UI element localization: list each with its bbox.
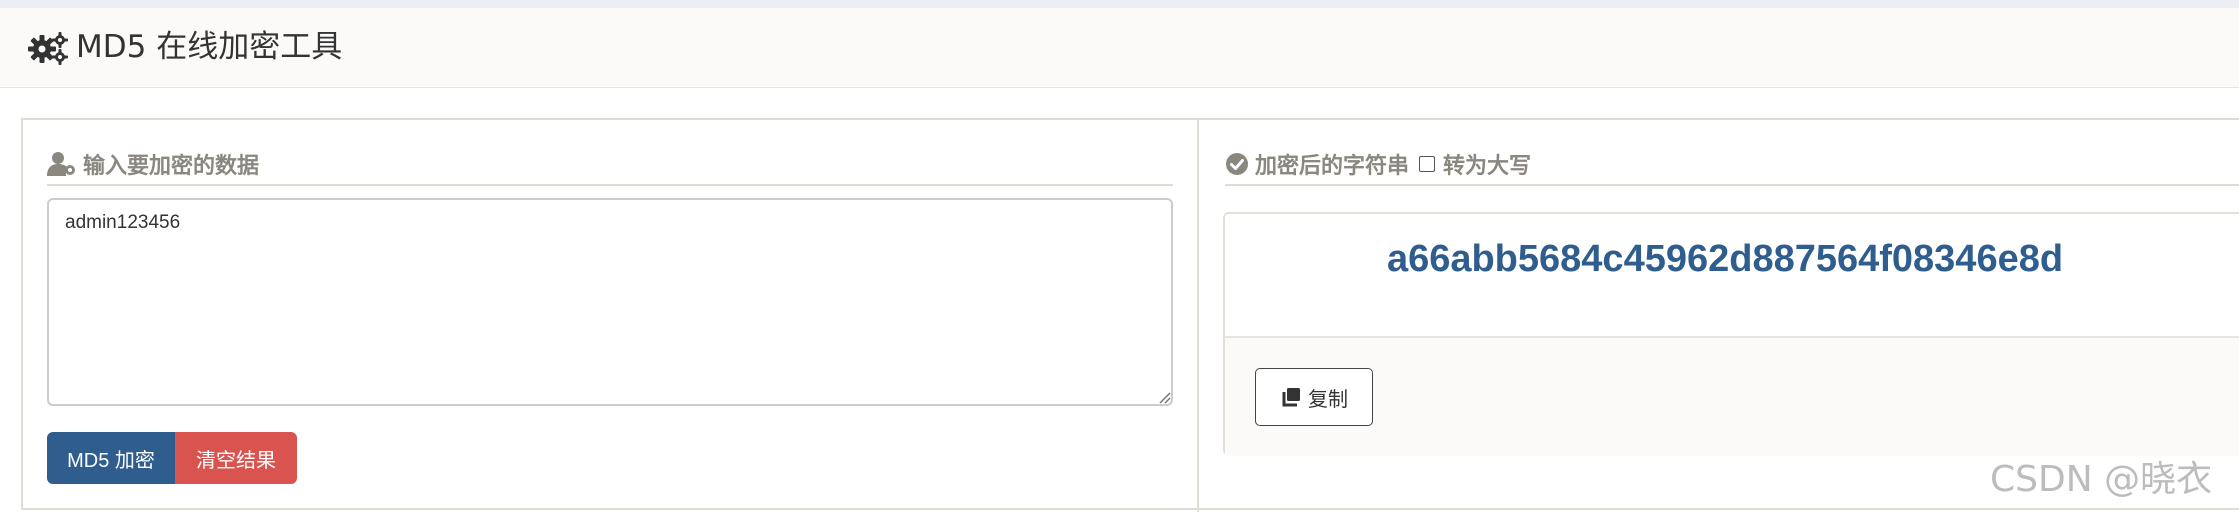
tool-panel: 输入要加密的数据 admin123456 MD5 加密 清空结果 加密后的字符串… (21, 118, 2239, 512)
result-card-footer: 复制 (1225, 336, 2239, 456)
page-title: MD5 在线加密工具 (76, 29, 343, 65)
clear-result-button[interactable]: 清空结果 (175, 432, 297, 484)
uppercase-label[interactable]: 转为大写 (1443, 148, 1531, 180)
watermark: CSDN @晓衣 (1990, 459, 2213, 500)
result-card: a66abb5684c45962d887564f08346e8d 复制 (1223, 212, 2239, 456)
copy-icon (1282, 388, 1300, 407)
input-section-rule (47, 184, 1173, 186)
input-section-label: 输入要加密的数据 (83, 154, 260, 179)
md5-hash-output: a66abb5684c45962d887564f08346e8d (1386, 238, 2064, 280)
output-section-label: 加密后的字符串 (1255, 154, 1410, 179)
copy-button-label: 复制 (1308, 388, 1348, 411)
resize-handle-icon[interactable] (1157, 390, 1171, 404)
gears-icon (28, 32, 68, 65)
md5-encrypt-button[interactable]: MD5 加密 (47, 432, 175, 484)
output-section-rule (1225, 184, 2239, 186)
check-circle-icon (1226, 153, 1248, 175)
page-header: MD5 在线加密工具 (0, 8, 2239, 88)
user-gear-icon (47, 152, 75, 176)
output-section-title: 加密后的字符串 转为大写 (1225, 148, 1531, 180)
top-strip (0, 0, 2239, 8)
column-divider (1197, 120, 1199, 512)
input-textarea[interactable]: admin123456 (47, 198, 1173, 406)
uppercase-checkbox[interactable] (1419, 156, 1436, 172)
input-section-title: 输入要加密的数据 (47, 148, 259, 180)
copy-button[interactable]: 复制 (1255, 368, 1373, 426)
